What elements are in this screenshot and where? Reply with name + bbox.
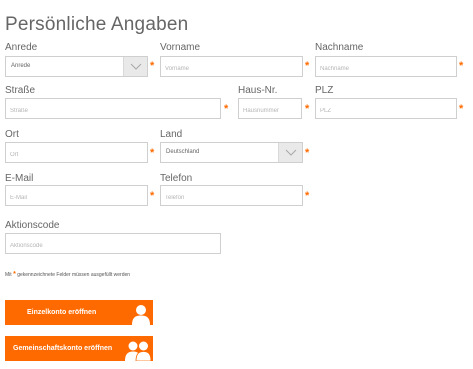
nachname-required-marker: * [459,60,464,72]
plz-field[interactable] [315,98,457,121]
telefon-label: Telefon [160,173,193,184]
plz-label: PLZ [315,85,334,96]
email-input[interactable] [6,188,147,208]
email-field[interactable] [5,185,148,208]
email-label: E-Mail [5,173,34,184]
chevron-down-icon [130,63,142,70]
telefon-input[interactable] [161,188,302,208]
vorname-field[interactable] [160,56,303,79]
nachname-label: Nachname [315,42,364,53]
vorname-label: Vorname [160,42,201,53]
note-suffix: gekennzeichnete Felder müssen ausgefüllt… [17,272,131,278]
vorname-required-marker: * [305,60,310,72]
ort-input[interactable] [6,145,147,165]
nachname-input[interactable] [316,59,456,79]
telefon-required-marker: * [305,190,310,202]
person-icon [132,305,150,325]
plz-input[interactable] [316,101,456,121]
strasse-label: Straße [5,85,36,96]
required-fields-note: Mit * gekennzeichnete Felder müssen ausg… [5,271,130,278]
strasse-required-marker: * [224,103,229,115]
email-required-marker: * [150,190,155,202]
page-title: Persönliche Angaben [5,14,189,35]
land-select-value: Deutschland [166,149,200,155]
anrede-required-marker: * [150,60,155,72]
land-select[interactable]: Deutschland [160,142,303,163]
aktionscode-field[interactable] [5,233,221,256]
anrede-label: Anrede [5,42,38,53]
hausnr-label: Haus-Nr. [238,85,278,96]
hausnr-input[interactable] [239,101,301,121]
ort-field[interactable] [5,142,148,165]
einzelkonto-button[interactable]: Einzelkonto eröffnen [5,300,153,325]
aktionscode-label: Aktionscode [5,220,60,231]
land-select-arrow[interactable] [278,143,302,162]
note-prefix: Mit [5,272,12,278]
telefon-field[interactable] [160,185,303,208]
hausnr-field[interactable] [238,98,302,121]
vorname-input[interactable] [161,59,302,79]
land-label: Land [160,129,183,140]
hausnr-required-marker: * [305,103,310,115]
nachname-field[interactable] [315,56,457,79]
anrede-select[interactable]: Anrede [5,56,148,77]
einzelkonto-button-label: Einzelkonto eröffnen [27,309,97,316]
anrede-select-arrow[interactable] [123,57,147,76]
ort-label: Ort [5,129,19,140]
ort-required-marker: * [150,147,155,159]
plz-required-marker: * [459,103,464,115]
chevron-down-icon [285,149,297,156]
strasse-field[interactable] [5,98,221,121]
aktionscode-input[interactable] [6,236,220,256]
anrede-select-value: Anrede [11,63,31,69]
strasse-input[interactable] [6,101,220,121]
land-required-marker: * [305,147,310,159]
two-persons-icon [125,341,151,361]
gemeinschaftskonto-button-label: Gemeinschaftskonto eröffnen [13,345,113,352]
gemeinschaftskonto-button[interactable]: Gemeinschaftskonto eröffnen [5,336,153,361]
note-required-marker: * [13,271,16,278]
